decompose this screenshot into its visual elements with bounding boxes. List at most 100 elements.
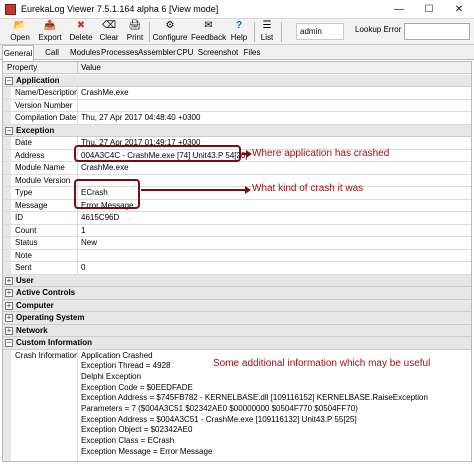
property-value: CrashMe.exe xyxy=(81,163,129,172)
table-row[interactable]: Version Number xyxy=(3,99,471,112)
export-label: Export xyxy=(38,33,62,42)
delete-button[interactable]: ✖ Delete xyxy=(67,20,95,44)
arrow-icon xyxy=(141,186,251,194)
column-divider[interactable] xyxy=(77,62,78,74)
tab-bar: General Call Stack Modules Processes Ass… xyxy=(0,45,474,69)
property-value: CrashMe.exe xyxy=(81,88,129,97)
property-name: Version Number xyxy=(15,100,73,110)
delete-icon: ✖ xyxy=(76,20,86,31)
open-label: Open xyxy=(10,33,30,42)
toolbar-separator xyxy=(254,22,255,42)
group-custom-information[interactable]: − Custom Information xyxy=(3,337,471,350)
lookup-error-input[interactable] xyxy=(404,23,470,40)
tab-files[interactable]: Files xyxy=(241,47,263,60)
property-name: Compilation Date xyxy=(15,113,77,122)
group-label: Active Controls xyxy=(16,288,76,297)
toolbar-separator xyxy=(281,22,282,42)
group-operating-system[interactable]: + Operating System xyxy=(3,312,471,325)
help-icon: ? xyxy=(235,20,243,31)
clear-button[interactable]: ⌫ Clear xyxy=(97,20,121,44)
minimize-button[interactable]: — xyxy=(384,0,414,19)
property-value: 0 xyxy=(81,263,86,272)
export-button[interactable]: 📤 Export xyxy=(36,20,64,44)
help-label: Help xyxy=(230,33,248,42)
group-label: Exception xyxy=(16,125,55,135)
open-button[interactable]: 📂 Open xyxy=(8,20,32,44)
crash-type-highlight xyxy=(74,179,140,209)
maximize-button[interactable]: ☐ xyxy=(414,0,444,19)
user-selector[interactable]: admin xyxy=(296,23,344,40)
expand-icon[interactable]: + xyxy=(5,301,13,310)
app-icon xyxy=(5,4,16,15)
help-button[interactable]: ? Help xyxy=(229,20,249,44)
column-header-property[interactable]: Property xyxy=(7,63,37,73)
table-row[interactable]: Status New xyxy=(3,237,471,250)
arrow-icon xyxy=(242,150,252,158)
table-row[interactable]: Note xyxy=(3,249,471,262)
collapse-icon[interactable]: − xyxy=(5,76,13,85)
expand-icon[interactable]: + xyxy=(5,276,13,285)
close-button[interactable]: ✕ xyxy=(444,0,474,19)
tab-call-stack[interactable]: Call Stack xyxy=(35,47,69,69)
property-name: ID xyxy=(15,213,23,222)
list-label: List xyxy=(260,33,274,42)
group-label: Custom Information xyxy=(16,338,92,347)
crash-line: Exception Message = Error Message xyxy=(81,446,213,456)
feedback-button[interactable]: ✉ Feedback xyxy=(191,20,226,44)
tab-cpu[interactable]: CPU xyxy=(175,47,195,60)
crash-line: Exception Object = $02342AE0 xyxy=(81,425,193,435)
table-row[interactable]: Count 1 xyxy=(3,224,471,237)
property-value: New xyxy=(81,238,98,247)
print-icon: 🖨 xyxy=(128,20,142,31)
collapse-icon[interactable]: − xyxy=(5,126,13,135)
crash-address-highlight xyxy=(74,145,241,162)
table-row[interactable]: Sent 0 xyxy=(3,262,471,275)
group-network[interactable]: + Network xyxy=(3,324,471,337)
group-label: Network xyxy=(16,325,48,335)
table-row[interactable]: ID 4615C96D xyxy=(3,212,471,225)
property-name: Type xyxy=(15,188,33,197)
list-icon: ☰ xyxy=(262,20,272,31)
expand-icon[interactable]: + xyxy=(5,289,13,297)
tab-general[interactable]: General xyxy=(2,45,34,61)
group-label: Computer xyxy=(16,300,54,310)
group-exception[interactable]: − Exception xyxy=(3,124,471,137)
property-name: Address xyxy=(15,150,45,160)
group-label: Application xyxy=(16,75,60,85)
configure-button[interactable]: ⚙ Configure xyxy=(152,20,188,44)
clear-icon: ⌫ xyxy=(102,20,117,31)
property-name: Module Name xyxy=(15,163,65,172)
tab-processes[interactable]: Processes xyxy=(101,47,138,60)
delete-label: Delete xyxy=(69,33,93,42)
expand-icon[interactable]: + xyxy=(5,314,13,322)
property-value: 4615C96D xyxy=(81,213,120,222)
open-folder-icon: 📂 xyxy=(13,20,27,31)
table-row[interactable]: Compilation Date Thu, 27 Apr 2017 04:48:… xyxy=(3,112,471,125)
toolbar-separator xyxy=(149,22,150,42)
column-header-value[interactable]: Value xyxy=(81,63,101,73)
property-name: Status xyxy=(15,238,38,247)
print-button[interactable]: 🖨 Print xyxy=(124,20,146,44)
group-label: User xyxy=(16,275,34,285)
collapse-icon[interactable]: − xyxy=(5,339,13,347)
group-computer[interactable]: + Computer xyxy=(3,299,471,312)
crash-line: Delphi Exception xyxy=(81,371,142,381)
table-row[interactable]: Name/Description CrashMe.exe xyxy=(3,87,471,100)
export-icon: 📤 xyxy=(43,20,57,31)
clear-label: Clear xyxy=(99,33,119,42)
window-title: EurekaLog Viewer 7.5.1.164 alpha 6 [View… xyxy=(21,4,219,14)
group-user[interactable]: + User xyxy=(3,274,471,287)
property-name: Date xyxy=(15,138,32,147)
group-application[interactable]: − Application xyxy=(3,74,471,87)
table-row[interactable]: Module Name CrashMe.exe xyxy=(3,162,471,175)
list-button[interactable]: ☰ List xyxy=(258,20,276,44)
tab-screenshot[interactable]: Screenshot xyxy=(196,47,240,60)
expand-icon[interactable]: + xyxy=(5,326,13,335)
property-value: 1 xyxy=(81,225,86,235)
crash-line: Exception Address = $745FB782 - KERNELBA… xyxy=(81,393,428,403)
tab-assembler[interactable]: Assembler xyxy=(138,47,176,60)
configure-label: Configure xyxy=(152,33,188,42)
group-active-controls[interactable]: + Active Controls xyxy=(3,287,471,300)
tab-modules[interactable]: Modules xyxy=(70,47,100,60)
grid-header: Property Value xyxy=(3,62,471,74)
